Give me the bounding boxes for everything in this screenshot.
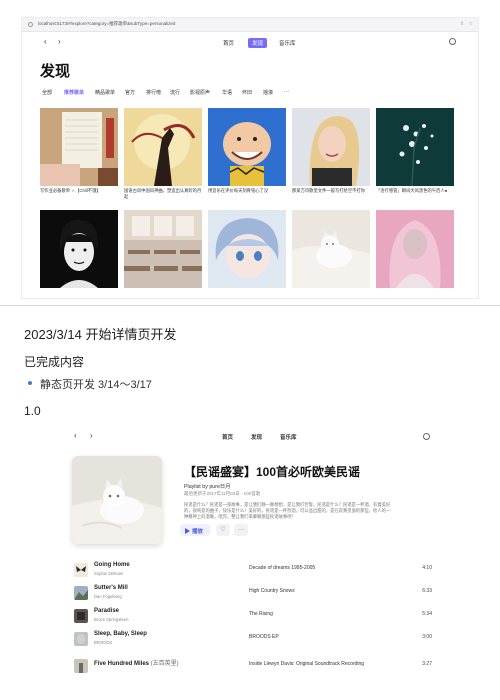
playlist-cover-9[interactable] [292,210,370,288]
user-icon[interactable] [449,38,456,45]
playlist-cover [72,456,162,544]
play-icon [185,527,190,534]
playlist-cover-1[interactable] [40,108,118,186]
track-album[interactable]: BROODS EP [249,634,279,640]
tab-discover[interactable]: 发现 [251,433,262,441]
like-button[interactable]: ♡ [216,524,230,536]
track-row[interactable]: Sutter's Mill Dan Fogelberg High Country… [72,583,432,605]
track-album[interactable]: High Country Snows [249,588,295,594]
discover-screenshot: localhost:5173/#/explore?category=推荐歌单&s… [22,18,478,298]
playlist-title: 【民谣盛宴】100首必听欧美民谣 [184,465,361,479]
track-row[interactable]: Paradise Bruce Springsteen The Rising 5:… [72,606,432,628]
track-title[interactable]: Five Hundred Miles (五百英里) [94,658,179,667]
track-cover [74,586,88,600]
track-album[interactable]: Inside Llewyn Davis: Original Soundtrack… [249,661,364,667]
category-pop[interactable]: 流行 [170,89,180,96]
category-featured[interactable]: 精品歌单 [95,89,115,96]
heart-icon: ♡ [220,527,226,533]
playlist-caption-3[interactable]: 用音乐在评价每天刻骨铭心了没 [208,188,288,194]
category-official[interactable]: 官方 [125,89,135,96]
more-button[interactable]: ··· [234,524,248,536]
category-nostalgia[interactable]: 怀旧 [242,89,252,96]
category-rock[interactable]: 摇滚 [263,89,273,96]
tab-library[interactable]: 音乐库 [280,433,297,441]
track-title-main: Five Hundred Miles [94,661,150,667]
section-divider [0,305,500,306]
bullet-dot-icon [28,381,32,385]
tab-home[interactable]: 首页 [222,433,233,441]
track-duration: 6:33 [422,588,432,594]
track-duration: 4:10 [422,565,432,571]
url-text[interactable]: localhost:5173/#/explore?category=推荐歌单&s… [38,21,175,27]
category-all[interactable]: 全部 [42,89,52,96]
playlist-author[interactable]: Playlist by pure日月 [184,482,231,490]
forward-arrow-icon[interactable]: › [90,431,93,440]
playlist-cover-6[interactable] [40,210,118,288]
track-title[interactable]: Paradise [94,608,119,614]
category-chinese[interactable]: 华语 [222,89,232,96]
page-title: 发现 [40,63,71,80]
doc-heading: 2023/3/14 开始详情页开发 [24,327,177,342]
track-artist[interactable]: BROODS [94,640,112,645]
track-artist[interactable]: Bruce Springsteen [94,617,128,622]
track-cover [74,563,88,577]
doc-section-title: 已完成内容 [24,355,85,369]
play-button-label: 播放 [192,529,204,535]
playlist-cover-7[interactable] [124,210,202,288]
track-row[interactable]: Five Hundred Miles (五百英里) Inside Llewyn … [72,656,432,678]
forward-arrow-icon[interactable]: › [58,37,61,46]
playlist-cover-8[interactable] [208,210,286,288]
track-cover [74,659,88,673]
doc-bullet: 静态页开发 3/14～3/17 [40,379,152,391]
track-cover [74,632,88,646]
playlist-caption-2[interactable]: 国语古风中国风神曲，塑造出认真听的月起 [124,188,204,200]
category-soundtrack[interactable]: 影视原声 [190,89,210,96]
play-button[interactable]: 播放 [180,524,210,536]
track-title-alt: (五百英里) [150,661,179,667]
browser-url-bar[interactable]: localhost:5173/#/explore?category=推荐歌单&s… [22,18,478,32]
category-recommended[interactable]: 推荐歌单 [64,89,84,96]
track-title[interactable]: Sutter's Mill [94,585,128,591]
tab-library[interactable]: 音乐库 [279,39,296,47]
track-album[interactable]: Decade of dreams 1995-2005 [249,565,315,571]
back-arrow-icon[interactable]: ‹ [74,431,77,440]
track-artist[interactable]: Sophie Zelmani [94,571,123,576]
track-row[interactable]: Sleep, Baby, Sleep BROODS BROODS EP 3:00 [72,629,432,651]
track-duration: 3:00 [422,634,432,640]
top-nav: ‹ › 首页 发现 音乐库 [22,32,478,54]
playlist-cover-10[interactable] [376,210,454,288]
doc-version: 1.0 [24,404,41,418]
playlist-description: 民谣是什么？民谣是一部故事，是让我们静一静想想，是让我们宣誓，民谣是什么？民谣是… [184,502,391,519]
category-more[interactable]: ··· [284,89,289,95]
more-icon: ··· [238,527,244,533]
back-arrow-icon[interactable]: ‹ [44,37,47,46]
playlist-caption-1[interactable]: 写作业必备歌单 ☆【Chill不饿】 [40,188,120,194]
track-cover [74,609,88,623]
playlist-updated: 最后更新于2017年11月03日 · 100首歌 [184,491,261,496]
playlist-screenshot: ‹ › 首页 发现 音乐库 【民谣盛宴】100首必听欧美民谣 Playlist … [56,422,444,700]
bookmark-icon[interactable]: ☆ [469,21,473,27]
track-album[interactable]: The Rising [249,611,273,617]
playlist-cover-3[interactable] [208,108,286,186]
playlist-cover-2[interactable] [124,108,202,186]
playlist-caption-5[interactable]: 「治疗感冒」瞬间大风黑色的午后人● [376,188,456,194]
track-artist[interactable]: Dan Fogelberg [94,594,122,599]
site-info-icon[interactable] [28,22,33,27]
track-title[interactable]: Sleep, Baby, Sleep [94,631,147,637]
track-title[interactable]: Going Home [94,562,130,568]
track-duration: 3:27 [422,661,432,667]
tab-discover[interactable]: 发现 [248,38,268,48]
share-icon[interactable]: ⇪ [460,21,464,27]
track-row[interactable]: Going Home Sophie Zelmani Decade of drea… [72,560,432,582]
track-duration: 5:34 [422,611,432,617]
user-icon[interactable] [423,433,430,440]
tab-home[interactable]: 首页 [223,39,234,47]
playlist-caption-4[interactable]: 那某万诗歌里文件一般写打给空不打你 [292,188,372,194]
playlist-cover-5[interactable] [376,108,454,186]
category-charts[interactable]: 排行榜 [146,89,161,96]
category-bar: 全部 推荐歌单 精品歌单 官方 排行榜 流行 影视原声 华语 怀旧 摇滚 ··· [42,89,462,99]
playlist-cover-4[interactable] [292,108,370,186]
